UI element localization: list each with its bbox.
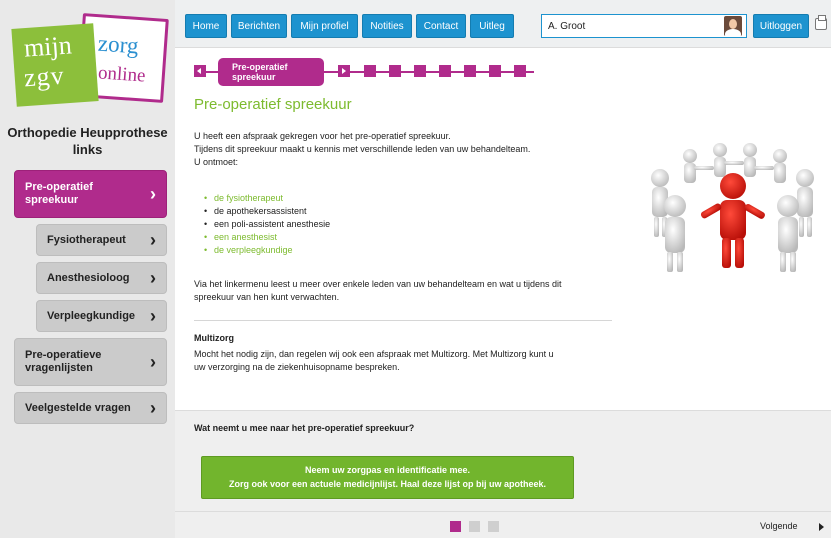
print-icon[interactable]	[815, 15, 827, 30]
sidebar-item-label: Pre-operatieve vragenlijsten	[25, 349, 102, 374]
tab-berichten[interactable]: Berichten	[231, 14, 287, 38]
tab-home[interactable]: Home	[185, 14, 227, 38]
user-name: A. Groot	[548, 20, 586, 32]
reminder-line-2: Zorg ook voor een actuele medicijnlijst.…	[228, 479, 547, 489]
step-marker[interactable]	[489, 65, 501, 77]
intro-line-2: Tijdens dit spreekuur maakt u kennis met…	[194, 144, 531, 154]
logout-button[interactable]: Uitloggen	[753, 14, 809, 38]
avatar	[724, 16, 742, 36]
multizorg-line-2: uw verzorging na de ziekenhuisopname bes…	[194, 362, 400, 372]
via-line-2: spreekuur van hen kunt verwachten.	[194, 292, 340, 302]
sidebar-item-veelgestelde-vragen[interactable]: Veelgestelde vragen ›	[14, 392, 167, 424]
sidebar-item-label: Anesthesioloog	[47, 271, 130, 284]
question-heading: Wat neemt u mee naar het pre-operatief s…	[194, 423, 415, 433]
list-item: de apothekersassistent	[204, 205, 330, 218]
reminder-line-1: Neem uw zorgpas en identificatie mee.	[304, 465, 471, 475]
current-step: Pre-operatief spreekuur	[218, 58, 324, 86]
link-verpleegkundige[interactable]: de verpleegkundige	[204, 244, 330, 257]
arrow-right-icon[interactable]	[819, 523, 824, 531]
next-step-icon[interactable]	[338, 65, 350, 77]
tab-notities[interactable]: Notities	[362, 14, 412, 38]
multizorg-line-1: Mocht het nodig zijn, dan regelen wij oo…	[194, 349, 554, 359]
step-progress: Pre-operatief spreekuur	[194, 58, 544, 86]
chevron-right-icon: ›	[150, 230, 156, 250]
sidebar-item-label: Verpleegkundige	[47, 309, 136, 322]
section-title: Orthopedie Heupprothese links	[7, 125, 168, 157]
step-marker[interactable]	[439, 65, 451, 77]
step-marker[interactable]	[464, 65, 476, 77]
tab-uitleg[interactable]: Uitleg	[470, 14, 514, 38]
logo-word-zorg: zorg	[97, 30, 140, 59]
chevron-right-icon: ›	[150, 398, 156, 418]
sidebar: mijn zorg zgv online Orthopedie Heupprot…	[0, 0, 175, 538]
divider	[175, 511, 831, 512]
logo-word-online: online	[97, 62, 147, 87]
sidebar-item-pre-operatief-spreekuur[interactable]: Pre-operatief spreekuur ›	[14, 170, 167, 218]
sidebar-item-label: Veelgestelde vragen	[25, 401, 131, 414]
next-link[interactable]: Volgende	[760, 521, 798, 531]
page-indicator-2[interactable]	[469, 521, 480, 532]
logo-word-mijn: mijn	[23, 30, 73, 63]
step-marker[interactable]	[389, 65, 401, 77]
team-members-list: de fysiotherapeut de apothekersassistent…	[204, 192, 330, 257]
list-item: een poli-assistent anesthesie	[204, 218, 330, 231]
logo-word-zgv: zgv	[23, 60, 66, 93]
chevron-right-icon: ›	[150, 352, 156, 372]
chevron-right-icon: ›	[150, 268, 156, 288]
tab-mijn-profiel[interactable]: Mijn profiel	[291, 14, 358, 38]
page-indicator-3[interactable]	[488, 521, 499, 532]
sidebar-item-pre-operatieve-vragenlijsten[interactable]: Pre-operatieve vragenlijsten ›	[14, 338, 167, 386]
reminder-box: Neem uw zorgpas en identificatie mee. Zo…	[201, 456, 574, 499]
step-marker[interactable]	[414, 65, 426, 77]
team-circle-illustration	[630, 128, 827, 276]
via-line-1: Via het linkermenu leest u meer over enk…	[194, 279, 562, 289]
link-fysiotherapeut[interactable]: de fysiotherapeut	[204, 192, 330, 205]
chevron-right-icon: ›	[150, 306, 156, 326]
top-navigation-bar: Home Berichten Mijn profiel Notities Con…	[175, 0, 831, 48]
page-indicator-1[interactable]	[450, 521, 461, 532]
intro-line-1: U heeft een afspraak gekregen voor het p…	[194, 131, 451, 141]
user-name-field: A. Groot	[541, 14, 747, 38]
sidebar-item-label: Pre-operatief spreekuur	[25, 181, 93, 206]
chevron-right-icon: ›	[150, 184, 156, 204]
tab-contact[interactable]: Contact	[416, 14, 466, 38]
page-title: Pre-operatief spreekuur	[194, 96, 352, 113]
intro-line-3: U ontmoet:	[194, 157, 239, 167]
link-anesthesist[interactable]: een anesthesist	[204, 231, 330, 244]
sidebar-item-anesthesioloog[interactable]: Anesthesioloog ›	[36, 262, 167, 294]
divider	[194, 320, 612, 321]
step-marker[interactable]	[514, 65, 526, 77]
sidebar-item-fysiotherapeut[interactable]: Fysiotherapeut ›	[36, 224, 167, 256]
sidebar-item-label: Fysiotherapeut	[47, 233, 126, 246]
multizorg-heading: Multizorg	[194, 333, 234, 343]
previous-step-icon[interactable]	[194, 65, 206, 77]
mijnzorg-zgv-logo[interactable]: mijn zorg zgv online	[11, 13, 169, 109]
step-marker[interactable]	[364, 65, 376, 77]
sidebar-item-verpleegkundige[interactable]: Verpleegkundige ›	[36, 300, 167, 332]
